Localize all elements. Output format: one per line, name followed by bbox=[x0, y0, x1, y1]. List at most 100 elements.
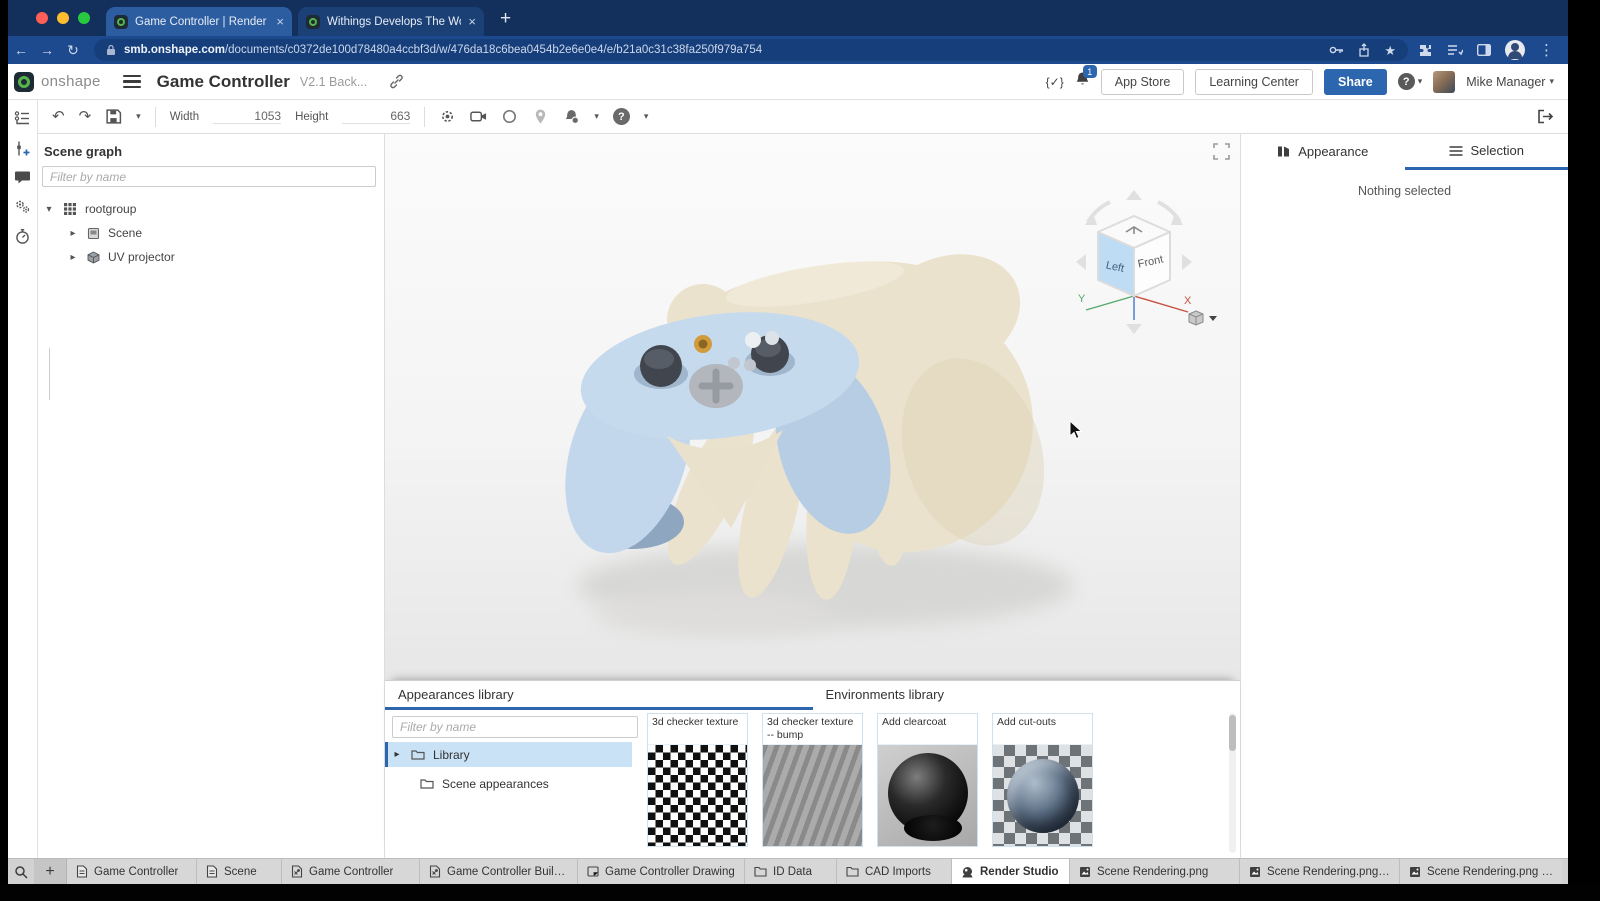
library-tree-row-library[interactable]: ▸ Library bbox=[385, 742, 632, 767]
tree-row-uv-projector[interactable]: ▸ UV projector bbox=[38, 245, 384, 269]
doc-tab-cad-imports[interactable]: CAD Imports bbox=[837, 859, 952, 884]
redo-button[interactable]: ↷ bbox=[79, 109, 92, 124]
doc-tab-game-controller-assembly[interactable]: Game Controller bbox=[282, 859, 420, 884]
share-button[interactable]: Share bbox=[1324, 69, 1387, 95]
save-options-caret[interactable]: ▾ bbox=[136, 111, 141, 122]
tab-appearance[interactable]: Appearance bbox=[1241, 134, 1405, 170]
minimize-window-button[interactable] bbox=[57, 12, 69, 24]
light-pin-icon[interactable] bbox=[532, 108, 549, 125]
assembly-icon bbox=[429, 865, 441, 878]
render-settings-gear-icon[interactable] bbox=[439, 108, 456, 125]
close-tab-icon[interactable]: × bbox=[468, 14, 476, 29]
featurescript-icon[interactable]: {✓} bbox=[1046, 75, 1064, 89]
close-tab-icon[interactable]: × bbox=[276, 14, 284, 29]
tree-label: UV projector bbox=[108, 250, 175, 264]
letterbox-bottom bbox=[0, 884, 1600, 901]
share-link-icon[interactable] bbox=[389, 74, 404, 89]
doc-tab-scene-rendering-png[interactable]: Scene Rendering.png bbox=[1070, 859, 1240, 884]
app-store-button[interactable]: App Store bbox=[1101, 69, 1185, 95]
left-icon-strip bbox=[8, 100, 38, 858]
undo-button[interactable]: ↶ bbox=[52, 109, 65, 124]
doc-tab-game-controller-build[interactable]: Game Controller Build4... bbox=[420, 859, 578, 884]
view-options-cube-icon[interactable] bbox=[1188, 310, 1218, 326]
doc-tab-game-controller[interactable]: Game Controller bbox=[67, 859, 197, 884]
toolbar-help-icon[interactable]: ? bbox=[613, 108, 630, 125]
learning-center-button[interactable]: Learning Center bbox=[1195, 69, 1313, 95]
appearance-item[interactable]: Add clearcoat bbox=[877, 713, 978, 847]
bookmark-star-icon[interactable]: ★ bbox=[1384, 44, 1396, 57]
width-input[interactable] bbox=[213, 109, 281, 124]
onshape-logo[interactable] bbox=[14, 72, 34, 92]
tree-row-rootgroup[interactable]: ▾ rootgroup bbox=[38, 197, 384, 221]
reading-list-icon[interactable] bbox=[1447, 44, 1463, 56]
exit-render-studio-icon[interactable] bbox=[1537, 108, 1554, 125]
save-icon[interactable] bbox=[105, 108, 122, 125]
appearance-item[interactable]: 3d checker texture bbox=[647, 713, 748, 847]
tree-row-scene[interactable]: ▸ Scene bbox=[38, 221, 384, 245]
tab-appearances-library[interactable]: Appearances library bbox=[385, 681, 813, 710]
height-input[interactable] bbox=[342, 109, 410, 124]
search-tabs-button[interactable] bbox=[8, 859, 34, 884]
gears-icon[interactable] bbox=[14, 198, 31, 215]
library-scrollbar[interactable] bbox=[1229, 713, 1236, 853]
help-icon: ? bbox=[1398, 73, 1415, 90]
new-tab-button[interactable]: + bbox=[500, 8, 511, 36]
browser-profile-avatar[interactable] bbox=[1505, 40, 1525, 60]
configurations-icon[interactable] bbox=[14, 140, 31, 157]
add-tab-button[interactable]: + bbox=[34, 859, 67, 884]
share-icon[interactable] bbox=[1358, 43, 1370, 57]
tab-environments-library[interactable]: Environments library bbox=[813, 681, 1241, 710]
doc-tab-label: Game Controller Build4... bbox=[447, 866, 568, 878]
library-tree-row-scene-appearances[interactable]: Scene appearances bbox=[392, 771, 647, 796]
view-cube[interactable]: X Y Left Front bbox=[1072, 186, 1196, 338]
timer-icon[interactable] bbox=[14, 228, 31, 245]
render-queue-icon[interactable] bbox=[563, 108, 580, 125]
render-viewport[interactable]: X Y Left Front bbox=[385, 134, 1240, 680]
url-domain: smb.onshape.com bbox=[124, 44, 225, 56]
collapsed-chevron-icon[interactable]: ▸ bbox=[67, 252, 79, 263]
feature-list-icon[interactable] bbox=[14, 110, 31, 127]
document-version[interactable]: V2.1 Back... bbox=[300, 75, 367, 89]
forward-button[interactable]: → bbox=[34, 42, 60, 58]
maximize-window-button[interactable] bbox=[78, 12, 90, 24]
fullscreen-icon[interactable] bbox=[1213, 143, 1230, 160]
side-panel-icon[interactable] bbox=[1477, 44, 1491, 56]
notifications-bell[interactable]: 1 bbox=[1075, 71, 1090, 92]
height-label: Height bbox=[295, 111, 328, 123]
user-menu[interactable]: Mike Manager ▾ bbox=[1466, 75, 1554, 89]
bottom-tab-bar: + Game Controller Scene Game Controller … bbox=[8, 858, 1568, 884]
camera-icon[interactable] bbox=[470, 108, 487, 125]
browser-tab-game-controller[interactable]: Game Controller | Render Stud × bbox=[106, 7, 292, 36]
comment-icon[interactable] bbox=[14, 170, 31, 185]
collapsed-chevron-icon[interactable]: ▸ bbox=[391, 749, 403, 760]
part-studio-icon bbox=[76, 865, 88, 878]
library-filter-input[interactable] bbox=[392, 716, 638, 738]
user-avatar[interactable] bbox=[1433, 71, 1455, 93]
tab-selection[interactable]: Selection bbox=[1405, 134, 1569, 170]
extensions-puzzle-icon[interactable] bbox=[1418, 43, 1433, 58]
caret-down-icon[interactable]: ▾ bbox=[644, 111, 649, 122]
scene-graph-filter-input[interactable] bbox=[42, 166, 376, 187]
doc-tab-scene-rendering-png-1[interactable]: Scene Rendering.png (1) bbox=[1240, 859, 1400, 884]
collapsed-chevron-icon[interactable]: ▸ bbox=[67, 228, 79, 239]
doc-tab-scene-rendering-png-2[interactable]: Scene Rendering.png (2) bbox=[1400, 859, 1562, 884]
doc-tab-id-data[interactable]: ID Data bbox=[745, 859, 837, 884]
appearance-item[interactable]: Add cut-outs bbox=[992, 713, 1093, 847]
url-field[interactable]: smb.onshape.com/documents/c0372de100d784… bbox=[94, 39, 1408, 61]
expanded-chevron-icon[interactable]: ▾ bbox=[43, 204, 55, 215]
doc-tab-scene[interactable]: Scene bbox=[197, 859, 282, 884]
appearance-item[interactable]: 3d checker texture -- bump bbox=[762, 713, 863, 847]
browser-tab-withings[interactable]: Withings Develops The World' × bbox=[298, 7, 484, 36]
close-window-button[interactable] bbox=[36, 12, 48, 24]
reload-button[interactable]: ↻ bbox=[60, 42, 86, 59]
sphere-material-icon[interactable] bbox=[501, 108, 518, 125]
back-button[interactable]: ← bbox=[8, 42, 34, 58]
main-menu-icon[interactable] bbox=[123, 75, 141, 88]
browser-menu-icon[interactable]: ⋮ bbox=[1539, 43, 1554, 58]
doc-tab-render-studio[interactable]: Render Studio bbox=[952, 859, 1070, 884]
help-menu[interactable]: ? ▾ bbox=[1398, 73, 1423, 90]
caret-down-icon[interactable]: ▾ bbox=[594, 111, 599, 122]
password-key-icon[interactable] bbox=[1329, 45, 1344, 55]
doc-tab-game-controller-drawing[interactable]: Game Controller Drawing bbox=[578, 859, 745, 884]
scene-graph-title: Scene graph bbox=[44, 144, 384, 159]
